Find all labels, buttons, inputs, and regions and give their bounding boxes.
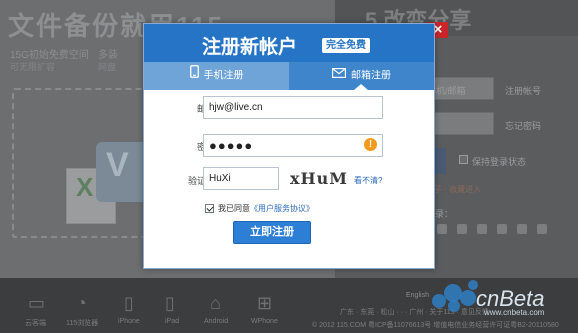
keep-login-label: 保持登录状态 bbox=[472, 157, 527, 167]
footer-label[interactable]: WPhone bbox=[251, 318, 278, 325]
app-115-icon[interactable]: ◔ bbox=[76, 293, 87, 314]
social-login-icon[interactable] bbox=[477, 224, 487, 234]
footer-label[interactable]: iPhone bbox=[118, 318, 140, 325]
agree-text: 我已同意《用户服务协议》 bbox=[218, 203, 314, 214]
social-login-icon[interactable] bbox=[497, 224, 507, 234]
social-login-icon[interactable] bbox=[537, 224, 547, 234]
video-v-glyph: V bbox=[106, 146, 129, 184]
feature-storage-sub: 可无限扩容 bbox=[10, 62, 56, 72]
modal-header: 注册新帐户 完全免费 bbox=[144, 24, 434, 62]
email-field[interactable] bbox=[203, 96, 383, 119]
footer-label[interactable]: Android bbox=[204, 318, 228, 325]
envelope-icon bbox=[332, 62, 347, 90]
android-icon[interactable]: ⌂ bbox=[210, 293, 221, 314]
keep-login-checkbox[interactable] bbox=[459, 155, 468, 164]
captcha-image[interactable]: xHuM bbox=[290, 167, 348, 190]
forgot-password-link[interactable]: 忘记密码 bbox=[505, 119, 541, 132]
social-login-icon[interactable] bbox=[457, 224, 467, 234]
captcha-field[interactable] bbox=[203, 167, 279, 190]
excel-x-glyph: X bbox=[76, 172, 94, 202]
password-warning-icon: ! bbox=[364, 138, 377, 151]
ipad-icon[interactable]: ▯ bbox=[165, 293, 175, 314]
desktop-icon[interactable]: ▭ bbox=[28, 293, 45, 314]
iphone-icon[interactable]: ▯ bbox=[124, 293, 134, 314]
register-tabs: 手机注册 邮箱注册 bbox=[144, 62, 434, 90]
feature-multi: 多装 bbox=[98, 50, 118, 61]
agree-prefix: 我已同意 bbox=[218, 204, 250, 213]
watermark-url: www.cnbeta.com bbox=[484, 308, 545, 317]
mobile-phone-icon bbox=[189, 62, 199, 90]
free-badge: 完全免费 bbox=[322, 38, 370, 53]
modal-title: 注册新帐户 bbox=[202, 37, 298, 58]
tab-phone-register[interactable]: 手机注册 bbox=[144, 62, 289, 90]
footer-label[interactable]: 115浏览器 bbox=[66, 318, 98, 328]
agree-checkbox[interactable] bbox=[205, 204, 214, 213]
captcha-refresh-link[interactable]: 看不清? bbox=[354, 175, 382, 186]
feature-multi-sub: 网盘 bbox=[98, 62, 117, 72]
windows-phone-icon[interactable]: ⊞ bbox=[257, 293, 272, 314]
tab-phone-label: 手机注册 bbox=[203, 70, 244, 82]
register-button[interactable]: 立即注册 bbox=[233, 221, 311, 244]
social-login-icon[interactable] bbox=[437, 224, 447, 234]
copyright-text: © 2012 115.COM 粤ICP备11076613号 增值电信业务经营许可… bbox=[312, 322, 559, 329]
language-switch[interactable]: English bbox=[406, 292, 429, 299]
feature-storage: 15G初始免费空间 bbox=[10, 50, 89, 61]
register-account-link[interactable]: 注册帐号 bbox=[505, 84, 541, 97]
footer-label[interactable]: iPad bbox=[165, 318, 179, 325]
service-agreement-link[interactable]: 《用户服务协议》 bbox=[250, 204, 314, 213]
password-field[interactable] bbox=[203, 134, 383, 157]
tab-email-label: 邮箱注册 bbox=[351, 70, 391, 82]
social-login-icon[interactable] bbox=[517, 224, 527, 234]
footer-label[interactable]: 云客端 bbox=[25, 318, 46, 328]
active-tab-pointer bbox=[354, 84, 368, 90]
register-modal: 注册新帐户 完全免费 手机注册 邮箱注册 邮箱： 密码： ! 验证码： xHuM… bbox=[143, 23, 435, 269]
